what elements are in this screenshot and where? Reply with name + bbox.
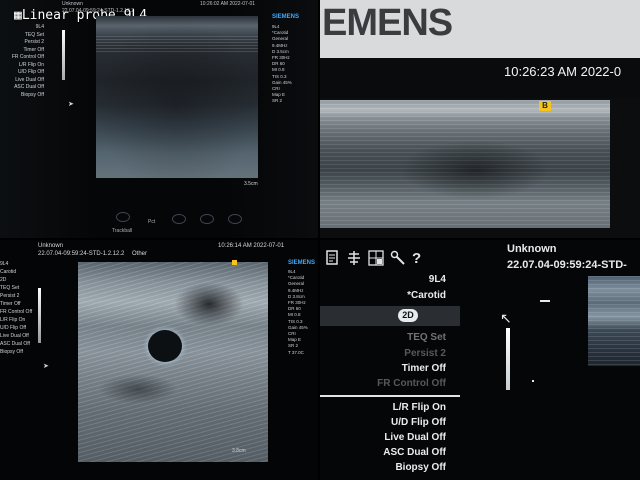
menu-item[interactable]: U/D Flip Off (0, 69, 44, 77)
menu-item-ud-flip[interactable]: U/D Flip Off (391, 417, 446, 428)
panel-bottom-left-screen: Unknown 22.07.04-09:59:24-STD-1.2.12.2 O… (0, 240, 318, 480)
header-study-id: 22.07.04-09:59:24-STD- (507, 259, 627, 271)
ultrasound-image (96, 16, 258, 178)
tissue-texture (78, 262, 268, 462)
menu-item[interactable]: TEQ Set (0, 284, 20, 292)
menu-item[interactable]: Carotid (0, 268, 20, 276)
menu-item-asc-dual[interactable]: ASC Dual Off (383, 447, 446, 458)
cursor-arrow-icon: ↖ (500, 310, 512, 326)
ultrasound-image (320, 100, 610, 228)
orientation-marker: B (539, 101, 551, 111)
menu-item[interactable]: Biopsy Off (0, 92, 44, 100)
focus-marker-icon: ➤ (43, 363, 49, 370)
carotid-vessel (148, 330, 182, 362)
menu-item-preset[interactable]: *Carotid (407, 290, 446, 301)
menu-item-biopsy[interactable]: Biopsy Off (395, 462, 446, 473)
trackball-icon (116, 212, 130, 222)
menu-item-lr-flip[interactable]: L/R Flip On (393, 402, 446, 413)
help-icon[interactable]: ? (412, 250, 421, 267)
menu-item[interactable]: L/R Flip On (0, 316, 25, 324)
header-time: 10:26:23 AM 2022-0 (504, 64, 622, 79)
right-params: 9L4 *Carotid General 9.4MHz D 3.8cm FR 30Hz DR… (288, 269, 318, 356)
annotation-icon[interactable] (326, 250, 340, 266)
brand-label: SIEMENS (272, 14, 300, 20)
panel-top-left-screen: Unknown 22.07.04-09:59:24-STD-1.2.12.2 1… (0, 0, 318, 238)
brand-logo: EMENS (322, 2, 453, 44)
menu-item-teq[interactable]: TEQ Set (407, 332, 446, 343)
panel-bottom-right-screen: ? Unknown 22.07.04-09:59:24-STD- 9L4 *Ca… (320, 240, 640, 480)
menu-item[interactable]: ASC Dual Off (0, 340, 30, 348)
menu-item[interactable]: Live Dual Off (0, 332, 29, 340)
menu-item-probe[interactable]: 9L4 (429, 274, 446, 285)
menu-item-mode-highlight[interactable]: 2D (320, 306, 460, 326)
pct-label: Pct (148, 219, 156, 225)
depth-tick (540, 300, 550, 302)
menu-item[interactable]: Persist 2 (0, 292, 20, 300)
ultrasound-image (78, 262, 268, 462)
knob-icon (228, 214, 242, 224)
knob-icon (200, 214, 214, 224)
depth-scale (38, 288, 41, 343)
menu-item[interactable]: Persist 2 (0, 39, 44, 47)
header-mode: Other (132, 251, 148, 257)
param-item: T 37.0C (288, 349, 304, 355)
panel-top-right-screen: EMENS 10:26:23 AM 2022-0 B (320, 0, 640, 238)
orientation-marker (232, 260, 237, 265)
menu-item-live-dual[interactable]: Live Dual Off (384, 432, 446, 443)
bodymarker-icon[interactable] (346, 250, 362, 266)
jugular-vein (174, 282, 244, 326)
menu-item[interactable]: FR Control Off (0, 54, 44, 62)
menu-item-timer[interactable]: Timer Off (402, 363, 446, 374)
menu-item-persist[interactable]: Persist 2 (404, 348, 446, 359)
left-menu: 9L4 Carotid 2D TEQ Set Persist 2 Timer Off FR … (0, 260, 32, 356)
depth-label: 3.5cm (244, 181, 258, 187)
trackball-label: Trackball (112, 228, 133, 234)
menu-item[interactable]: 2D (0, 276, 20, 284)
hypoechoic-region (400, 140, 550, 200)
menu-item[interactable]: L/R Flip On (0, 62, 44, 70)
menu-item[interactable]: U/D Flip Off (0, 324, 26, 332)
header-study-id: 22.07.04-09:59:24-STD-1.2.12.2 (38, 251, 125, 257)
left-menu: 9L4 TEQ Set Persist 2 Timer Off FR Control O… (0, 24, 44, 99)
menu-item-fr-control[interactable]: FR Control Off (377, 378, 446, 389)
menu-item[interactable]: 9L4 (0, 260, 20, 268)
depth-label: 3.8cm (232, 448, 246, 454)
depth-scale (62, 30, 65, 80)
menu-item[interactable]: Live Dual Off (0, 77, 44, 85)
header-patient: Unknown (38, 243, 64, 249)
header-patient: Unknown (507, 243, 557, 255)
brand-label: SIEMENS (288, 260, 316, 266)
menu-item[interactable]: FR Control Off (0, 308, 32, 316)
ultrasound-image (588, 276, 640, 366)
depth-scale (506, 328, 510, 390)
menu-item[interactable]: Timer Off (0, 300, 21, 308)
mode-2d-pill[interactable]: 2D (398, 309, 418, 322)
knob-icon (172, 214, 186, 224)
right-params: 9L4 *Carotid General 9.4MHz D 3.5cm FR 30Hz DR… (272, 24, 316, 105)
menu-item[interactable]: ASC Dual Off (0, 84, 44, 92)
grid-icon[interactable] (368, 250, 384, 266)
menu-item[interactable]: TEQ Set (0, 32, 44, 40)
menu-item[interactable]: Biopsy Off (0, 348, 23, 356)
param-item: SR 2 (272, 98, 283, 104)
menu-divider (320, 395, 460, 397)
grid-icon: ▦ (14, 8, 22, 23)
header-time: 10:26:02 AM 2022-07-01 (200, 1, 256, 7)
header-patient: Unknown (62, 1, 83, 7)
menu-item[interactable]: 9L4 (0, 24, 44, 32)
menu-item[interactable]: Timer Off (0, 47, 44, 55)
wrench-icon[interactable] (390, 250, 406, 266)
settings-menu: 9L4 *Carotid 2D TEQ Set Persist 2 Timer … (320, 268, 460, 480)
header-time: 10:26:14 AM 2022-07-01 (218, 243, 285, 249)
focus-marker-icon: ➤ (68, 101, 74, 108)
toolbar: ? (326, 248, 426, 268)
